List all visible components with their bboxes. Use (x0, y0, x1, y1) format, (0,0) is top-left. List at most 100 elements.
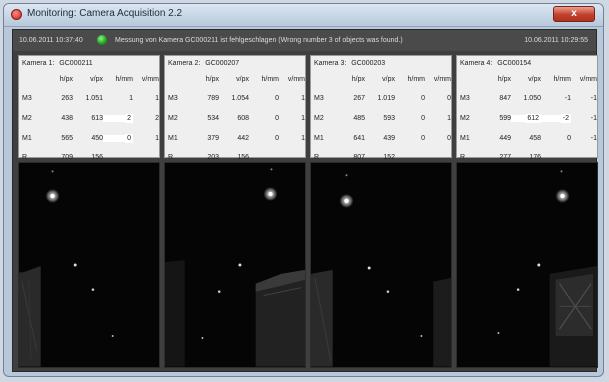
cell-hpx: 438 (43, 115, 73, 122)
cell-value: 1.019 (377, 95, 395, 102)
close-button[interactable]: x (553, 6, 595, 22)
cell-value: 1.051 (85, 95, 103, 102)
client-area: 10.06.2011 10:37:40 Messung von Kamera G… (12, 29, 598, 372)
cell-value: 599 (499, 115, 511, 122)
cell-value: 263 (61, 95, 73, 102)
cell-value: 613 (91, 115, 103, 122)
camera-view-1[interactable] (18, 162, 160, 368)
camera-view-4[interactable] (456, 162, 598, 368)
cell-value: 847 (499, 95, 511, 102)
cell-value: 2 (155, 115, 159, 122)
row-label: M1 (168, 135, 178, 142)
row-label: M2 (168, 115, 178, 122)
cell-value: 1 (447, 115, 451, 122)
camera-panel-3: Kamera 3: GC000203 h/px v/px h/mm v/mm M3 267 1.… (310, 55, 452, 161)
column-header: v/mm (287, 76, 305, 83)
cell-value: 156 (237, 154, 249, 161)
camera-panel-4: Kamera 4: GC000154 h/px v/px h/mm v/mm M3 847 1.… (456, 55, 598, 161)
row-label: M2 (460, 115, 470, 122)
cell-vmm: 1 (275, 95, 305, 102)
row-label: R (22, 154, 28, 161)
cell-value: 439 (383, 135, 395, 142)
cell-value: 1 (301, 115, 305, 122)
cell-vpx: 1.019 (365, 95, 395, 102)
cell-value: 458 (529, 135, 541, 142)
panel-title: Kamera 2: GC000207 (168, 60, 239, 67)
cell-value: 152 (383, 154, 395, 161)
row-label: M2 (314, 115, 324, 122)
column-header: v/px (90, 76, 103, 83)
cell-value: 1 (301, 95, 305, 102)
cell-value: 0 (447, 135, 451, 142)
cell-value: 277 (499, 154, 511, 161)
cell-hpx: 789 (189, 95, 219, 102)
row-label: M1 (22, 135, 32, 142)
cell-hpx: 203 (189, 154, 219, 161)
row-label: M2 (22, 115, 32, 122)
cell-vpx: 156 (73, 154, 103, 161)
monitoring-window: Monitoring: Camera Acquisition 2.2 x 10.… (3, 3, 604, 377)
camera-view-3[interactable] (310, 162, 452, 368)
column-header: v/px (236, 76, 249, 83)
panel-title: Kamera 3: GC000203 (314, 60, 385, 67)
camera-id: GC000207 (205, 60, 240, 67)
cell-vmm: 1 (275, 135, 305, 142)
status-time-left: 10.06.2011 10:37:40 (19, 37, 83, 44)
cell-hpx: 709 (43, 154, 73, 161)
cell-value: 450 (91, 135, 103, 142)
cell-vpx: 613 (73, 115, 103, 122)
cell-value: 1 (155, 135, 159, 142)
cell-vmm: -1 (567, 135, 597, 142)
cell-hpx: 641 (335, 135, 365, 142)
cell-value: 0 (447, 95, 451, 102)
cell-vmm: 1 (421, 115, 451, 122)
cell-value: 1 (155, 95, 159, 102)
camera-image-2 (165, 163, 305, 367)
cell-hpx: 534 (189, 115, 219, 122)
column-header: v/mm (141, 76, 159, 83)
cell-vpx: 608 (219, 115, 249, 122)
cell-vpx: 439 (365, 135, 395, 142)
row-label: R (168, 154, 174, 161)
camera-image-1 (19, 163, 159, 367)
camera-view-2[interactable] (164, 162, 306, 368)
cell-value: 442 (237, 135, 249, 142)
row-label: R (460, 154, 466, 161)
row-label: M1 (460, 135, 470, 142)
cell-hpx: 379 (189, 135, 219, 142)
camera-id: GC000203 (351, 60, 386, 67)
cell-value: -1 (590, 115, 597, 122)
camera-panel-2: Kamera 2: GC000207 h/px v/px h/mm v/mm M3 789 1.… (164, 55, 306, 161)
cell-hpx: 277 (481, 154, 511, 161)
cell-value: 534 (207, 115, 219, 122)
cell-vmm: 2 (129, 115, 159, 122)
cell-value: 807 (353, 154, 365, 161)
camera-image-3 (311, 163, 451, 367)
cell-vmm: -1 (567, 95, 597, 102)
cell-value: -1 (590, 135, 597, 142)
cell-hpx: 599 (481, 115, 511, 122)
cell-value: 176 (529, 154, 541, 161)
row-label: M3 (22, 95, 32, 102)
row-label: R (314, 154, 320, 161)
cell-value: 608 (237, 115, 249, 122)
column-header: v/mm (433, 76, 451, 83)
column-header: h/px (59, 76, 73, 83)
camera-label: Kamera 3: (314, 60, 347, 67)
title-bar[interactable]: Monitoring: Camera Acquisition 2.2 x (4, 4, 603, 27)
column-header: v/px (528, 76, 541, 83)
cell-value: 565 (61, 135, 73, 142)
cell-value: 1.050 (523, 95, 541, 102)
cell-hpx: 565 (43, 135, 73, 142)
cell-vpx: 450 (73, 135, 103, 142)
app-icon (11, 9, 22, 20)
cell-vmm: 1 (129, 95, 159, 102)
cell-value: 1 (301, 135, 305, 142)
cell-value: 203 (207, 154, 219, 161)
column-header: v/px (382, 76, 395, 83)
cell-value: 641 (353, 135, 365, 142)
cell-value: 789 (207, 95, 219, 102)
status-bar: 10.06.2011 10:37:40 Messung von Kamera G… (13, 30, 596, 51)
cell-vmm: 0 (421, 95, 451, 102)
row-label: M3 (460, 95, 470, 102)
